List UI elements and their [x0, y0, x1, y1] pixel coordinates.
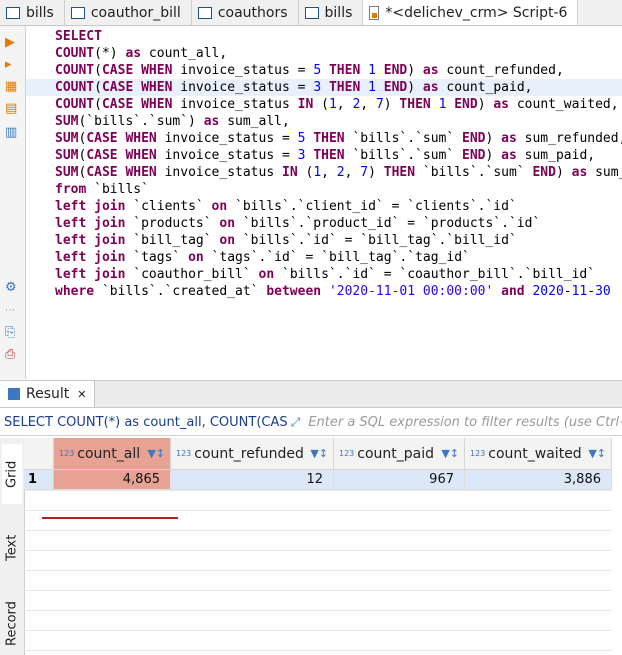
empty-grid-area [24, 490, 612, 655]
numeric-type-icon: 123 [59, 449, 74, 458]
sql-line: COUNT(CASE WHEN invoice_status IN (1, 2,… [26, 96, 622, 113]
tab-result[interactable]: Result ✕ [0, 381, 95, 407]
sql-line: COUNT(*) as count_all, [26, 45, 622, 62]
sort-filter-icon[interactable]: ▼↕ [588, 447, 606, 460]
numeric-type-icon: 123 [339, 449, 354, 458]
separator-dots-icon: ⋯ [5, 304, 15, 318]
sql-line-current: COUNT(CASE WHEN invoice_status = 3 THEN … [26, 79, 622, 96]
tab-script-6[interactable]: *<delichev_crm> Script-6 [363, 0, 578, 25]
table-icon [6, 7, 20, 19]
table-cell[interactable]: 4,865 [54, 470, 171, 490]
sort-filter-icon[interactable]: ▼↕ [441, 447, 459, 460]
filter-bar: SELECT COUNT(*) as count_all, COUNT(CASE… [0, 409, 622, 436]
result-tab-label: Result [26, 386, 69, 402]
tab-record[interactable]: Record [2, 593, 22, 655]
execute-script-new-tab-icon[interactable]: ▤ [5, 102, 17, 116]
column-header-label: count_all [77, 446, 140, 462]
table-cell[interactable]: 3,886 [465, 470, 612, 490]
execute-script-icon[interactable]: ▦ [5, 80, 17, 94]
sql-line: SUM(`bills`.`sum`) as sum_all, [26, 113, 622, 130]
editor-tab-bar: bills coauthor_bill coauthors bills *<de… [0, 0, 622, 26]
tab-label: bills [26, 5, 54, 21]
row-number[interactable]: 1 [24, 470, 54, 490]
sql-editor[interactable]: SELECT COUNT(*) as count_all, COUNT(CASE… [26, 26, 622, 379]
sql-line: SELECT [26, 28, 622, 45]
tab-grid-label: Grid [5, 460, 20, 487]
tab-label: coauthor_bill [91, 5, 181, 21]
result-panel-header: Result ✕ [0, 380, 622, 408]
grid-corner [24, 438, 54, 470]
tab-record-label: Record [5, 602, 20, 647]
sql-line: left join `products` on `bills`.`product… [26, 215, 622, 232]
sql-line: SUM(CASE WHEN invoice_status = 3 THEN `b… [26, 147, 622, 164]
tab-label: bills [325, 5, 353, 21]
sort-filter-icon[interactable]: ▼↕ [310, 447, 328, 460]
execute-statement-icon[interactable]: ▶ [5, 36, 15, 50]
column-header-count-all[interactable]: 123 count_all ▼↕ [54, 438, 171, 470]
column-header-count-refunded[interactable]: 123 count_refunded ▼↕ [171, 438, 334, 470]
sql-line: left join `clients` on `bills`.`client_i… [26, 198, 622, 215]
settings-gear-icon[interactable]: ⚙ [5, 281, 17, 295]
column-header-count-waited[interactable]: 123 count_waited ▼↕ [465, 438, 612, 470]
sql-line: SUM(CASE WHEN invoice_status = 5 THEN `b… [26, 130, 622, 147]
column-header-count-paid[interactable]: 123 count_paid ▼↕ [334, 438, 465, 470]
tab-coauthors[interactable]: coauthors [192, 0, 299, 25]
tab-coauthor-bill[interactable]: coauthor_bill [65, 0, 192, 25]
query-text[interactable]: SELECT COUNT(*) as count_all, COUNT(CASE… [0, 415, 287, 430]
view-mode-tabs: Grid Text Record [0, 438, 25, 655]
sql-line: where `bills`.`created_at` between '2020… [26, 283, 622, 300]
column-header-label: count_paid [357, 446, 434, 462]
numeric-type-icon: 123 [176, 449, 191, 458]
tab-label: coauthors [218, 5, 288, 21]
sql-line: left join `tags` on `tags`.`id` = `bill_… [26, 249, 622, 266]
table-icon [71, 7, 85, 19]
sql-script-icon [369, 6, 379, 20]
save-script-icon[interactable]: ⎙ [5, 348, 15, 362]
sort-filter-icon[interactable]: ▼↕ [147, 447, 165, 460]
sql-line: left join `bill_tag` on `bills`.`id` = `… [26, 232, 622, 249]
editor-toolbar: ▶ ▸ ▦ ▤ ▥ ⚙ ⋯ ⎘ ⎙ [0, 26, 26, 379]
tab-text-label: Text [5, 535, 20, 561]
tab-label: *<delichev_crm> Script-6 [385, 5, 567, 21]
sql-line: from `bills` [26, 181, 622, 198]
cell-separator-mark [42, 517, 178, 519]
column-header-label: count_refunded [194, 446, 304, 462]
tab-bills-2[interactable]: bills [299, 0, 364, 25]
numeric-type-icon: 123 [470, 449, 485, 458]
sql-line: COUNT(CASE WHEN invoice_status = 5 THEN … [26, 62, 622, 79]
table-icon [198, 7, 212, 19]
close-icon[interactable]: ✕ [77, 388, 86, 401]
explain-plan-icon[interactable]: ▥ [5, 126, 17, 140]
sql-line: left join `coauthor_bill` on `bills`.`id… [26, 266, 622, 283]
table-cell[interactable]: 12 [171, 470, 334, 490]
column-header-label: count_waited [488, 446, 581, 462]
expand-icon[interactable]: ⤢ [287, 415, 305, 430]
load-script-icon[interactable]: ⎘ [5, 326, 15, 340]
result-icon [8, 388, 20, 400]
table-icon [305, 7, 319, 19]
tab-bills[interactable]: bills [0, 0, 65, 25]
tab-text[interactable]: Text [2, 518, 22, 578]
table-cell[interactable]: 967 [334, 470, 465, 490]
sql-line: SUM(CASE WHEN invoice_status IN (1, 2, 7… [26, 164, 622, 181]
execute-in-new-tab-icon[interactable]: ▸ [5, 58, 12, 72]
tab-grid[interactable]: Grid [2, 444, 22, 504]
result-grid[interactable]: 123 count_all ▼↕ 123 count_refunded ▼↕ 1… [24, 438, 622, 655]
filter-input[interactable]: Enter a SQL expression to filter results… [304, 415, 622, 430]
